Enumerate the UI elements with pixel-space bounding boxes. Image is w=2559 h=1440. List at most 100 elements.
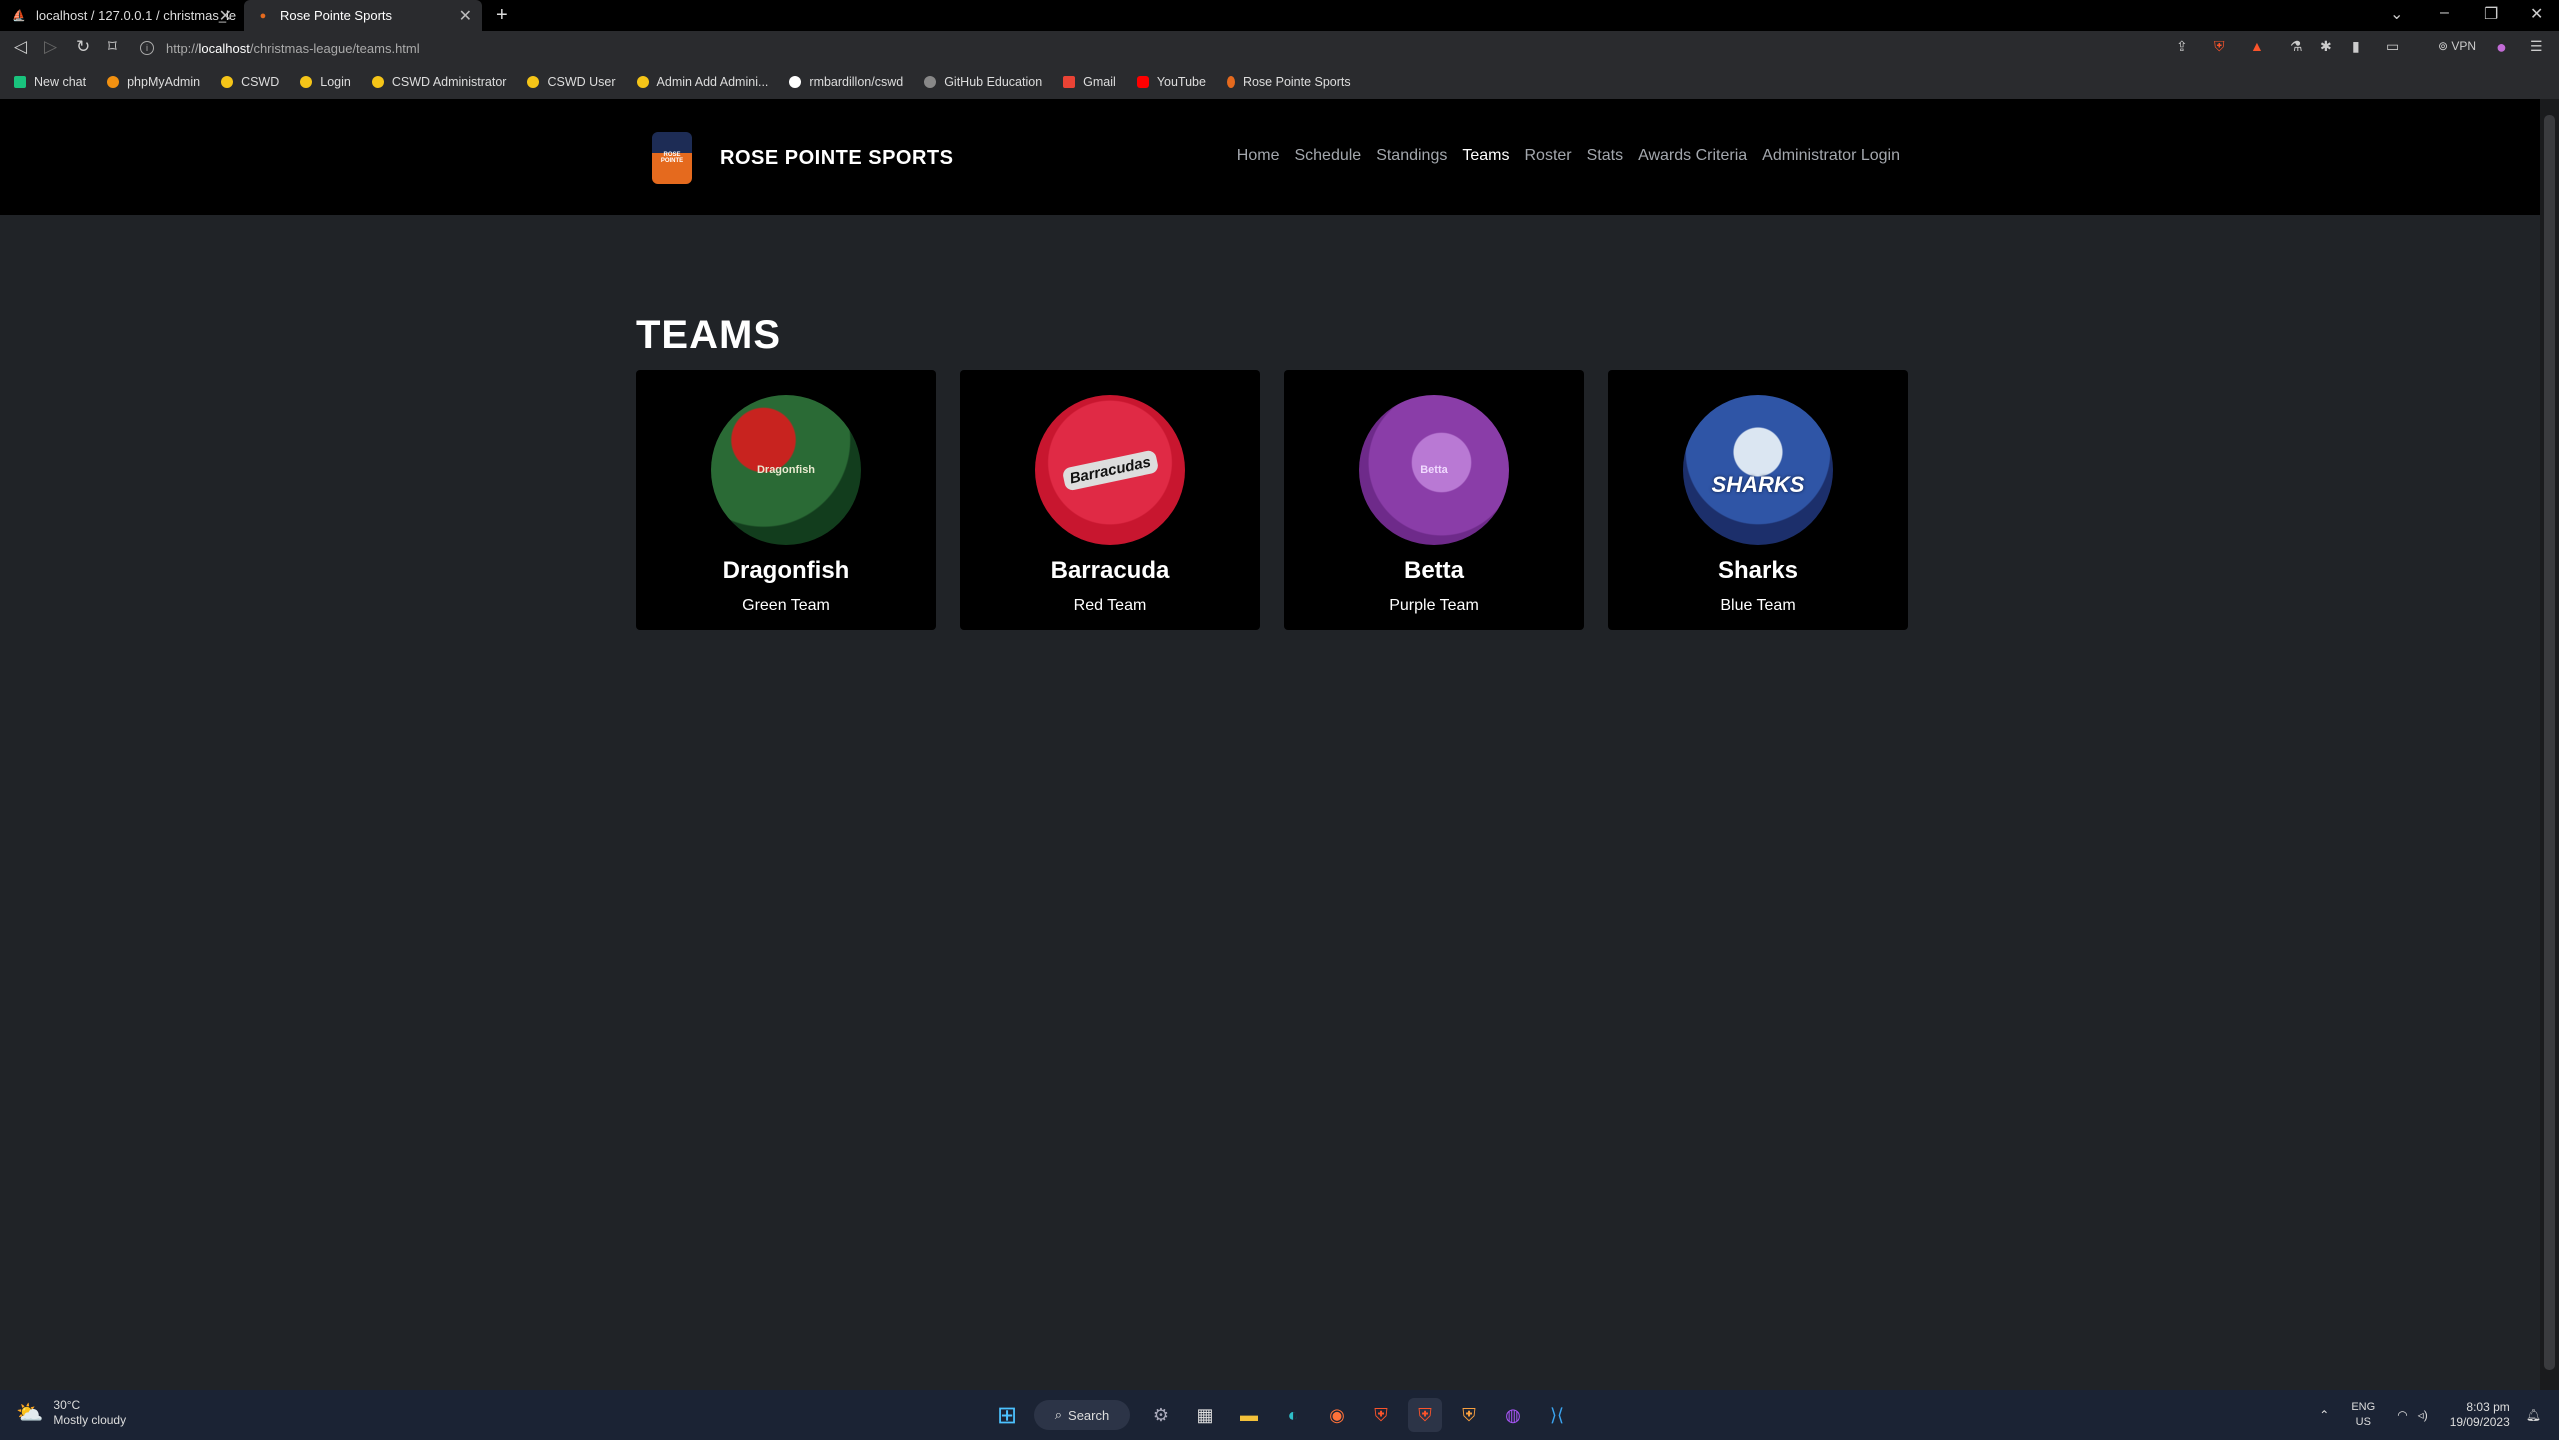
dragonfish-crest-icon: Dragonfish [711,395,861,545]
bookmark-login[interactable]: Login [300,75,351,89]
close-tab-icon[interactable]: ✕ [459,6,472,26]
weather-condition: Mostly cloudy [53,1413,127,1427]
bookmark-github-repo[interactable]: rmbardillon/cswd [789,75,903,89]
betta-crest-icon: Betta [1359,395,1509,545]
brave-active-icon[interactable]: ⛨ [1408,1398,1442,1432]
team-name: Barracuda [1050,557,1170,584]
volume-icon[interactable]: ◃) [2418,1408,2428,1422]
bookmark-cswd[interactable]: CSWD [221,75,279,89]
bookmark-phpmyadmin[interactable]: phpMyAdmin [107,75,200,89]
nav-standings[interactable]: Standings [1376,147,1447,165]
youtube-icon [1136,76,1149,88]
settings-icon[interactable]: ⚙ [1144,1398,1178,1432]
close-tab-icon[interactable]: ✕ [219,6,232,26]
language-indicator[interactable]: ENG US [2351,1400,2375,1430]
cswd-icon [300,76,313,88]
team-card-betta[interactable]: Betta Betta Purple Team [1284,370,1584,630]
bookmark-icon[interactable]: ⌑ [108,37,117,57]
share-icon[interactable]: ⇪ [2176,38,2188,55]
brave-beta-icon[interactable]: ⛨ [1452,1398,1486,1432]
nav-roster[interactable]: Roster [1524,147,1571,165]
start-icon[interactable]: ⊞ [990,1398,1024,1432]
team-name: Betta [1403,557,1464,584]
tab-title: Rose Pointe Sports [280,8,393,23]
forward-icon[interactable]: ▷ [44,37,57,57]
vpn-label: VPN [2451,39,2477,53]
weather-temperature: 30°C [53,1398,81,1412]
nav-awards-criteria[interactable]: Awards Criteria [1638,147,1747,165]
nav-schedule[interactable]: Schedule [1294,147,1361,165]
reload-icon[interactable]: ↻ [76,37,90,57]
main-nav: Home Schedule Standings Teams Roster Sta… [1222,147,1900,165]
team-card-barracuda[interactable]: Barracudas Barracuda Red Team [960,370,1260,630]
minimize-icon[interactable]: – [2440,4,2449,22]
notification-bell-icon[interactable]: 🔔︎ [2526,1408,2541,1422]
tab-list-icon[interactable]: ⌄ [2390,4,2403,24]
extensions-icon[interactable]: ✱ [2320,38,2332,55]
team-card-dragonfish[interactable]: Dragonfish Dragonfish Green Team [636,370,936,630]
sidebar-icon[interactable]: ▮ [2352,38,2360,55]
scrollbar-thumb[interactable] [2544,115,2555,1370]
file-explorer-icon[interactable]: ▬ [1232,1398,1266,1432]
clock[interactable]: 8:03 pm 19/09/2023 [2450,1400,2510,1430]
wifi-icon[interactable]: ◠ [2397,1408,2407,1422]
team-color: Red Team [1073,597,1147,614]
bookmark-cswd-admin[interactable]: CSWD Administrator [371,75,506,89]
vscode-icon[interactable]: ⟩⟨ [1540,1398,1574,1432]
github-icon [924,76,937,88]
bookmark-label: rmbardillon/cswd [809,75,904,89]
firefox-icon[interactable]: ◉ [1320,1398,1354,1432]
store-icon[interactable]: ▦ [1188,1398,1222,1432]
nav-home[interactable]: Home [1237,147,1280,165]
close-window-icon[interactable]: ✕ [2530,4,2543,24]
extension-icon[interactable]: ⚗ [2290,38,2303,55]
lang-code: ENG [2351,1401,2376,1413]
chevron-up-icon[interactable]: ⌃ [2319,1408,2329,1422]
tab-rose-pointe[interactable]: ● Rose Pointe Sports ✕ [244,0,482,31]
team-cards: Dragonfish Dragonfish Green Team Barracu… [636,370,1908,630]
brand[interactable]: ROSE POINTE ROSE POINTE SPORTS [652,132,953,184]
bookmark-rose-pointe[interactable]: Rose Pointe Sports [1226,75,1351,89]
windows-taskbar: ⛅ 30°C Mostly cloudy ⊞ ⌕ Search ⚙ ▦ ▬ ◐ ◉… [0,1390,2559,1440]
bookmark-admin-add[interactable]: Admin Add Admini... [636,75,769,89]
taskbar-apps: ⊞ ⌕ Search ⚙ ▦ ▬ ◐ ◉ ⛨ ⛨ ⛨ ◍ ⟩⟨ [990,1398,1584,1432]
maximize-icon[interactable]: ❐ [2484,4,2498,24]
menu-icon[interactable]: ☰ [2530,38,2543,55]
page-scrollbar[interactable] [2540,99,2559,1390]
nav-administrator-login[interactable]: Administrator Login [1762,147,1900,165]
taskbar-search[interactable]: ⌕ Search [1034,1400,1130,1430]
brave-shields-icon[interactable]: ⛨ [2214,38,2225,55]
bookmark-label: Admin Add Admini... [656,75,769,89]
profile-avatar[interactable]: ● [2496,37,2507,58]
nav-stats[interactable]: Stats [1587,147,1623,165]
crest-label: Betta [1420,464,1448,476]
url-field[interactable]: i http:// localhost /christmas-league/te… [140,35,2140,61]
brave-rewards-icon[interactable]: ▲ [2250,38,2264,54]
bookmark-youtube[interactable]: YouTube [1136,75,1206,89]
bookmark-new-chat[interactable]: New chat [14,75,86,89]
search-icon: ⌕ [1054,1407,1063,1422]
wallet-icon[interactable]: ▭ [2386,38,2399,55]
nav-teams[interactable]: Teams [1462,147,1509,165]
logo-text: ROSE POINTE [660,152,684,164]
tab-title: localhost / 127.0.0.1 / christmas_le [36,8,237,23]
team-card-sharks[interactable]: SHARKS Sharks Blue Team [1608,370,1908,630]
new-tab-icon[interactable]: + [496,4,508,27]
bookmark-github-education[interactable]: GitHub Education [924,75,1042,89]
vpn-button[interactable]: ⊚ VPN [2438,39,2476,53]
sharks-crest-icon: SHARKS [1683,395,1833,545]
bookmark-cswd-user[interactable]: CSWD User [527,75,616,89]
team-color: Blue Team [1720,597,1796,614]
tab-phpmyadmin[interactable]: ⛵ localhost / 127.0.0.1 / christmas_le ✕ [0,0,242,31]
site-info-icon[interactable]: i [140,41,154,55]
bookmark-gmail[interactable]: Gmail [1063,75,1116,89]
brand-name: ROSE POINTE SPORTS [720,146,954,169]
brave-icon[interactable]: ⛨ [1364,1398,1398,1432]
messenger-icon[interactable]: ◍ [1496,1398,1530,1432]
cswd-icon [221,76,234,88]
back-icon[interactable]: ◁ [14,37,27,57]
edge-icon[interactable]: ◐ [1276,1398,1310,1432]
search-label: Search [1068,1407,1110,1423]
weather-widget[interactable]: ⛅ 30°C Mostly cloudy [16,1398,126,1428]
cswd-icon [527,76,540,88]
